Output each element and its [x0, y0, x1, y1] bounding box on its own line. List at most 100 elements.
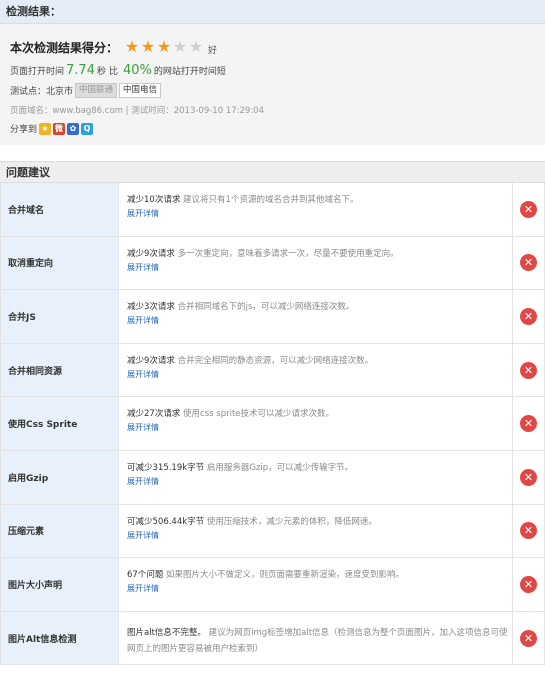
issue-status: ✕ [512, 558, 544, 611]
speed-line: 页面打开时间 7.74 秒 比 40% 的网站打开时间短 [10, 63, 535, 78]
issue-lead: 可减少506.44k字节 [127, 516, 205, 527]
expand-details-link[interactable]: 展开详情 [127, 261, 512, 275]
error-x-icon: ✕ [520, 522, 537, 540]
issue-lead: 减少10次请求 [127, 195, 181, 205]
issue-name: 图片大小声明 [1, 558, 119, 611]
issue-row: 图片大小声明 67个问题 如果图片大小不做定义，则页面需要重新渲染，速度受到影响。… [1, 558, 544, 612]
issue-name: 图片Alt信息检测 [1, 611, 119, 665]
location-tab-unicom[interactable]: 中国联通 [75, 83, 118, 98]
star-filled-icon: ★ [124, 37, 140, 56]
speed-suffix: 的网站打开时间短 [153, 67, 226, 77]
error-x-icon: ✕ [520, 629, 537, 647]
issue-description: 图片alt信息不完整。 建议为网页img标签增加alt信息（检测信息为整个页面图… [119, 612, 512, 665]
issue-name: 取消重定向 [1, 236, 119, 290]
error-x-icon: ✕ [520, 254, 537, 272]
issue-status: ✕ [512, 183, 544, 236]
issue-row: 使用Css Sprite 减少27次请求 使用css sprite技术可以减少请求… [1, 397, 544, 451]
score-word: 好 [208, 45, 218, 56]
issue-row: 取消重定向 减少9次请求 多一次重定向，意味着多请求一次，尽量不要使用重定向。展开… [1, 236, 544, 291]
issue-row: 合并相同资源 减少9次请求 合并完全相同的静态资源，可以减少网络连接次数。展开详情… [1, 343, 544, 398]
issue-row: 合并JS 减少3次请求 合并相同域名下的js，可以减少网络连接次数。 展开详情 ✕ [1, 290, 544, 344]
issue-description: 减少9次请求 合并完全相同的静态资源，可以减少网络连接次数。展开详情 [119, 344, 512, 397]
result-panel: 检测结果： 本次检测结果得分： ★ ★ ★ ★ ★ 好 页面打开时间 7.74 秒 比 … [0, 0, 545, 145]
star-empty-icon: ★ [188, 37, 204, 56]
issue-status: ✕ [512, 611, 544, 665]
issue-lead: 减少9次请求 [127, 355, 175, 366]
percent-value: 40% [123, 63, 152, 78]
issue-name: 合并域名 [1, 183, 119, 236]
issue-description: 减少3次请求 合并相同域名下的js，可以减少网络连接次数。 展开详情 [119, 290, 512, 343]
issue-lead: 减少9次请求 [127, 248, 175, 259]
error-x-icon: ✕ [520, 415, 537, 433]
issue-status: ✕ [512, 290, 544, 343]
issue-lead: 减少3次请求 [127, 302, 175, 313]
expand-details-link[interactable]: 展开详情 [127, 314, 512, 328]
issue-status: ✕ [512, 236, 544, 290]
error-x-icon: ✕ [520, 307, 537, 325]
issue-detail: 如果图片大小不做定义，则页面需要重新渲染，速度受到影响。 [166, 570, 405, 581]
issue-status: ✕ [512, 397, 544, 450]
issue-description: 减少10次请求 建议将只有1个资源的域名合并到其他域名下。展开详情 [119, 183, 512, 236]
issue-status: ✕ [512, 450, 544, 504]
issue-description: 67个问题 如果图片大小不做定义，则页面需要重新渲染，速度受到影响。 展开详情 [119, 558, 512, 611]
test-location-label: 测试点：北京市 [10, 87, 74, 97]
issue-row: 启用Gzip 可减少315.19k字节 启用服务器Gzip，可以减少传输字节。 展开… [1, 450, 544, 505]
error-x-icon: ✕ [520, 575, 537, 593]
error-x-icon: ✕ [520, 361, 537, 379]
issue-name: 合并JS [1, 290, 119, 343]
qzone-icon[interactable]: ★ [39, 122, 52, 135]
expand-details-link[interactable]: 展开详情 [127, 421, 512, 435]
issues-heading: 问题建议 [0, 161, 545, 183]
star-filled-icon: ★ [156, 37, 172, 56]
issue-description: 减少9次请求 多一次重定向，意味着多请求一次，尽量不要使用重定向。展开详情 [119, 237, 512, 290]
section-gap [0, 145, 545, 161]
speed-value: 7.74 [66, 63, 95, 78]
baidu-icon[interactable]: ✿ [67, 122, 80, 135]
test-location-line: 测试点：北京市 中国联通 中国电信 [10, 83, 535, 98]
share-line: 分享到 ★ 微 ✿ Q [10, 122, 535, 135]
issue-detail: 合并相同域名下的js，可以减少网络连接次数。 [177, 302, 355, 313]
expand-details-link[interactable]: 展开详情 [127, 529, 512, 543]
error-x-icon: ✕ [520, 200, 537, 218]
issue-detail: 多一次重定向，意味着多请求一次，尽量不要使用重定向。 [177, 248, 399, 259]
issue-lead: 减少27次请求 [127, 409, 181, 420]
issue-name: 使用Css Sprite [1, 397, 119, 450]
expand-details-link[interactable]: 展开详情 [127, 207, 512, 221]
share-label: 分享到 [10, 125, 38, 135]
issue-description: 可减少315.19k字节 启用服务器Gzip，可以减少传输字节。展开详情 [119, 451, 512, 504]
issue-description: 可减少506.44k字节 使用压缩技术，减少元素的体积，降低网速。展开详情 [119, 505, 512, 558]
expand-details-link[interactable]: 展开详情 [127, 475, 512, 489]
location-tab-telecom[interactable]: 中国电信 [119, 83, 162, 98]
issue-lead: 67个问题 [127, 570, 164, 581]
issue-row: 图片Alt信息检测 图片alt信息不完整。 建议为网页img标签增加alt信息（检… [1, 611, 544, 666]
score-line: 本次检测结果得分： ★ ★ ★ ★ ★ 好 [10, 39, 535, 56]
issue-lead: 可减少315.19k字节 [127, 462, 205, 473]
issue-name: 合并相同资源 [1, 343, 119, 397]
issue-name: 压缩元素 [1, 504, 119, 558]
score-label: 本次检测结果得分： [10, 40, 119, 55]
issue-detail: 建议将只有1个资源的域名合并到其他域名下。 [183, 195, 359, 205]
issue-status: ✕ [512, 343, 544, 397]
star-rating: ★ ★ ★ ★ ★ [124, 39, 204, 55]
weibo-icon[interactable]: 微 [53, 122, 66, 135]
expand-details-link[interactable]: 展开详情 [127, 582, 512, 596]
speed-prefix: 页面打开时间 [10, 67, 65, 77]
expand-details-link[interactable]: 展开详情 [127, 368, 512, 382]
issue-lead: 图片alt信息不完整。 [127, 627, 206, 638]
result-heading: 检测结果： [0, 0, 545, 24]
qq-icon[interactable]: Q [81, 122, 94, 135]
result-body: 本次检测结果得分： ★ ★ ★ ★ ★ 好 页面打开时间 7.74 秒 比 40% 的网… [0, 24, 545, 145]
issue-name: 启用Gzip [1, 450, 119, 504]
issue-status: ✕ [512, 504, 544, 558]
speed-unit: 秒 [96, 67, 106, 77]
page-meta: 页面域名：www.bag86.com | 测试时间：2013-09-10 17:… [10, 106, 264, 116]
issue-detail: 使用压缩技术，减少元素的体积，降低网速。 [206, 516, 377, 527]
star-filled-icon: ★ [140, 37, 156, 56]
issue-detail: 启用服务器Gzip，可以减少传输字节。 [206, 462, 354, 473]
issues-table: 合并域名 减少10次请求 建议将只有1个资源的域名合并到其他域名下。 展开详情 ✕ 取消… [0, 183, 545, 666]
issue-row: 压缩元素 可减少506.44k字节 使用压缩技术，减少元素的体积，降低网速。展开详… [1, 504, 544, 559]
error-x-icon: ✕ [520, 468, 537, 486]
issue-detail: 使用css sprite技术可以减少请求次数。 [183, 409, 335, 420]
compare-word: 比 [108, 67, 118, 77]
issue-detail: 合并完全相同的静态资源，可以减少网络连接次数。 [177, 355, 374, 366]
